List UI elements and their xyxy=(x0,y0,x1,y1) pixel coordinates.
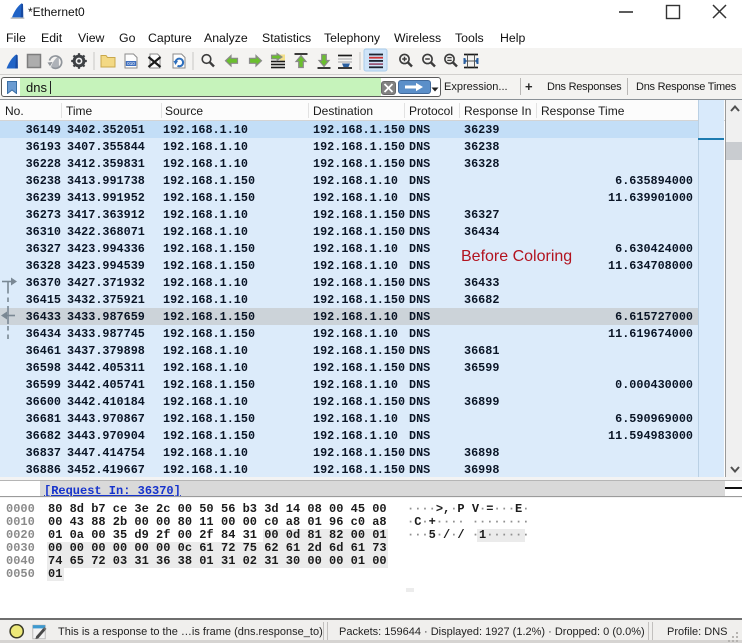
svg-text:010: 010 xyxy=(127,61,135,66)
